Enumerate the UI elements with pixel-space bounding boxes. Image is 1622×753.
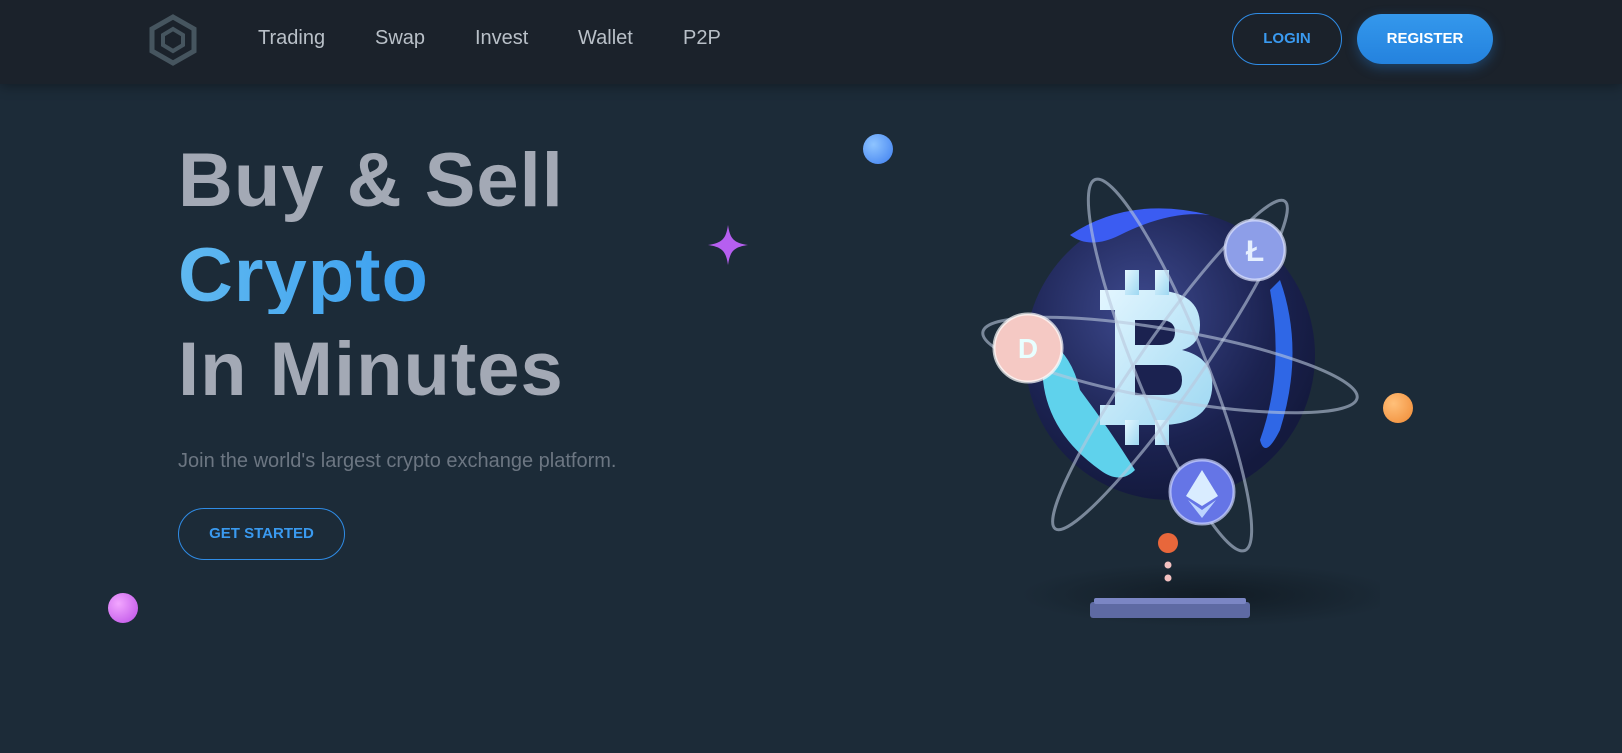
nav-link-swap[interactable]: Swap [375, 27, 425, 50]
litecoin-icon: Ł [1223, 218, 1287, 282]
get-started-button[interactable]: GET STARTED [178, 508, 345, 560]
nav-link-p2p[interactable]: P2P [683, 27, 721, 50]
nav-link-wallet[interactable]: Wallet [578, 27, 633, 50]
hero-heading-line1: Buy & Sell [178, 138, 564, 223]
nav-link-invest[interactable]: Invest [475, 27, 528, 50]
hero-subtitle: Join the world's largest crypto exchange… [178, 450, 617, 472]
register-button[interactable]: REGISTER [1357, 14, 1493, 64]
hero-heading-line2: Crypto [178, 233, 429, 318]
login-button[interactable]: LOGIN [1232, 13, 1342, 65]
dash-icon: D [992, 312, 1064, 384]
sparkle-icon [708, 225, 748, 265]
logo-icon[interactable] [148, 14, 198, 66]
top-navbar: Trading Swap Invest Wallet P2P LOGIN REG… [0, 0, 1622, 84]
svg-text:D: D [1018, 333, 1038, 364]
decorative-purple-ball [108, 593, 138, 623]
hero-heading-line3: In Minutes [178, 327, 564, 412]
decorative-blue-ball [863, 134, 893, 164]
svg-text:Ł: Ł [1246, 235, 1264, 268]
decorative-orange-ball [1383, 393, 1413, 423]
nav-link-trading[interactable]: Trading [258, 27, 325, 50]
crypto-globe-illustration: D Ł [981, 177, 1380, 627]
ethereum-icon [1168, 458, 1236, 526]
